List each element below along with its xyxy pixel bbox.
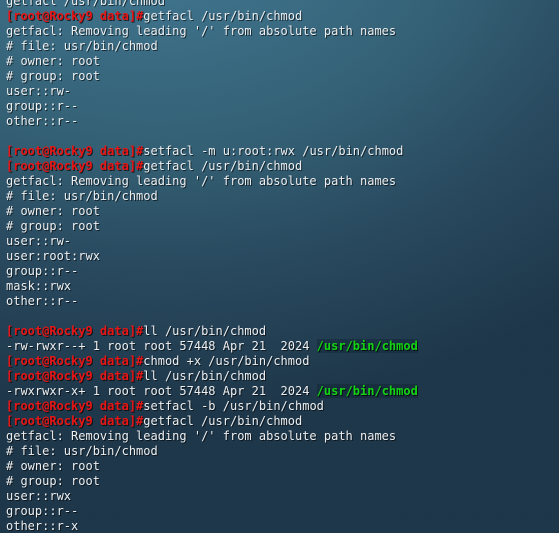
terminal-text: user::rw- [6, 234, 72, 248]
shell-prompt: [root@Rocky9 data]# [6, 324, 144, 338]
shell-prompt: [root@Rocky9 data]# [6, 159, 144, 173]
terminal-text: # owner: root [6, 204, 100, 218]
terminal-line: [root@Rocky9 data]#setfacl -m u:root:rwx… [6, 144, 553, 159]
terminal-text: # group: root [6, 474, 100, 488]
terminal-text: setfacl -m u:root:rwx /usr/bin/chmod [143, 144, 404, 158]
terminal-text: getfacl /usr/bin/chmod [143, 414, 303, 428]
terminal-line: group::r-- [6, 504, 553, 519]
terminal-line: mask::rwx [6, 279, 553, 294]
terminal-text: # group: root [6, 219, 100, 233]
terminal-line: # owner: root [6, 54, 553, 69]
terminal-line: user::rw- [6, 84, 553, 99]
terminal-text: -rwxrwxr-x+ 1 root root 57448 Apr 21 202… [6, 384, 317, 398]
terminal-text: group::r-- [6, 99, 79, 113]
terminal-text: ll /usr/bin/chmod [143, 324, 267, 338]
terminal-text: getfacl /usr/bin/chmod [6, 0, 165, 8]
terminal-line: -rw-rwxr--+ 1 root root 57448 Apr 21 202… [6, 339, 553, 354]
terminal-text: # owner: root [6, 459, 100, 473]
executable-path: /usr/bin/chmod [316, 339, 418, 353]
terminal-line: other::r-x [6, 519, 553, 533]
shell-prompt: [root@Rocky9 data]# [6, 144, 144, 158]
terminal-line: user::rw- [6, 234, 553, 249]
shell-prompt: [root@Rocky9 data]# [6, 354, 144, 368]
terminal-line: # file: usr/bin/chmod [6, 444, 553, 459]
terminal-line: # group: root [6, 474, 553, 489]
terminal-text: user:root:rwx [6, 249, 100, 263]
terminal-text: getfacl: Removing leading '/' from absol… [6, 174, 397, 188]
shell-prompt: [root@Rocky9 data]# [6, 399, 144, 413]
terminal-line: # group: root [6, 219, 553, 234]
terminal-line: [root@Rocky9 data]#getfacl /usr/bin/chmo… [6, 414, 553, 429]
terminal-line: [root@Rocky9 data]#ll /usr/bin/chmod [6, 369, 553, 384]
terminal-text: other::r-x [6, 519, 79, 533]
terminal-line: # group: root [6, 69, 553, 84]
terminal-text: user::rwx [6, 489, 72, 503]
terminal-line: # owner: root [6, 204, 553, 219]
terminal-line: group::r-- [6, 264, 553, 279]
terminal-line: # file: usr/bin/chmod [6, 39, 553, 54]
terminal-line: getfacl /usr/bin/chmod [6, 0, 553, 9]
terminal-output-area[interactable]: getfacl /usr/bin/chmod [root@Rocky9 data]… [0, 0, 559, 533]
terminal-line: other::r-- [6, 294, 553, 309]
terminal-line: getfacl: Removing leading '/' from absol… [6, 24, 553, 39]
terminal-text: # file: usr/bin/chmod [6, 444, 158, 458]
terminal-text: ll /usr/bin/chmod [143, 369, 267, 383]
terminal-text: mask::rwx [6, 279, 72, 293]
terminal-line: # file: usr/bin/chmod [6, 189, 553, 204]
terminal-text: group::r-- [6, 264, 79, 278]
terminal-text: group::r-- [6, 504, 79, 518]
terminal-line: getfacl: Removing leading '/' from absol… [6, 429, 553, 444]
terminal-line: other::r-- [6, 114, 553, 129]
terminal-text: # file: usr/bin/chmod [6, 39, 158, 53]
shell-prompt: [root@Rocky9 data]# [6, 9, 144, 23]
terminal-line: -rwxrwxr-x+ 1 root root 57448 Apr 21 202… [6, 384, 553, 399]
terminal-text: # group: root [6, 69, 100, 83]
terminal-line: [root@Rocky9 data]#ll /usr/bin/chmod [6, 324, 553, 339]
terminal-window[interactable]: getfacl /usr/bin/chmod [root@Rocky9 data]… [0, 0, 559, 533]
terminal-text: getfacl /usr/bin/chmod [143, 9, 303, 23]
terminal-text: getfacl: Removing leading '/' from absol… [6, 24, 397, 38]
terminal-line: [root@Rocky9 data]#getfacl /usr/bin/chmo… [6, 9, 553, 24]
terminal-text: setfacl -b /usr/bin/chmod [143, 399, 324, 413]
terminal-line: getfacl: Removing leading '/' from absol… [6, 174, 553, 189]
terminal-text: user::rw- [6, 84, 72, 98]
terminal-line: [root@Rocky9 data]#chmod +x /usr/bin/chm… [6, 354, 553, 369]
terminal-line: user:root:rwx [6, 249, 553, 264]
terminal-line: [root@Rocky9 data]#getfacl /usr/bin/chmo… [6, 159, 553, 174]
terminal-text: # file: usr/bin/chmod [6, 189, 158, 203]
terminal-text: # owner: root [6, 54, 100, 68]
executable-path: /usr/bin/chmod [316, 384, 418, 398]
terminal-line: [root@Rocky9 data]#setfacl -b /usr/bin/c… [6, 399, 553, 414]
terminal-line: # owner: root [6, 459, 553, 474]
terminal-text: getfacl /usr/bin/chmod [143, 159, 303, 173]
shell-prompt: [root@Rocky9 data]# [6, 369, 144, 383]
terminal-text: other::r-- [6, 114, 79, 128]
terminal-text: getfacl: Removing leading '/' from absol… [6, 429, 397, 443]
terminal-text: other::r-- [6, 294, 79, 308]
terminal-text: -rw-rwxr--+ 1 root root 57448 Apr 21 202… [6, 339, 317, 353]
terminal-text: chmod +x /usr/bin/chmod [143, 354, 310, 368]
terminal-line: user::rwx [6, 489, 553, 504]
terminal-line: group::r-- [6, 99, 553, 114]
shell-prompt: [root@Rocky9 data]# [6, 414, 144, 428]
